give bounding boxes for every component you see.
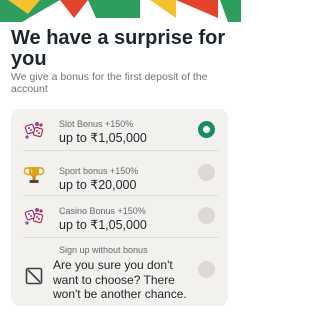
bonus-option-sport[interactable]: Sport bonus +150% up to ₹20,000 [11,150,228,195]
radio-unselected[interactable] [198,261,215,278]
bonus-option-amount: up to ₹1,05,000 [59,131,147,145]
bonus-option-amount: up to ₹20,000 [59,178,137,192]
no-bonus-warning: Are you sure you don't want to choose? T… [53,258,187,301]
slot-bonus-icon [23,119,45,141]
bonus-option-amount: up to ₹1,05,000 [59,218,147,232]
promo-banner [0,0,241,22]
bonus-option-slot[interactable]: Slot Bonus +150% up to ₹1,05,000 [11,109,228,150]
page-title: We have a surprise for you [11,27,226,70]
bonus-option-casino[interactable]: Casino Bonus +150% up to ₹1,05,000 [11,195,228,237]
banner-graphic [0,0,241,22]
no-bonus-icon [25,267,43,285]
bonus-option-title: Slot Bonus +150% [59,119,134,129]
bonus-options-card: Slot Bonus +150% up to ₹1,05,000 Sport b… [11,109,228,306]
bonus-option-title: Sign up without bonus [59,245,148,255]
radio-unselected[interactable] [198,164,215,181]
trophy-icon [23,164,45,186]
radio-unselected[interactable] [198,207,215,224]
radio-selected[interactable] [198,121,215,138]
bonus-option-title: Casino Bonus +150% [59,206,146,216]
bonus-option-title: Sport bonus +150% [59,166,139,176]
bonus-option-none[interactable]: Sign up without bonus Are you sure you d… [11,237,228,306]
casino-bonus-icon [23,205,45,227]
page-subtitle: We give a bonus for the first deposit of… [11,71,208,95]
